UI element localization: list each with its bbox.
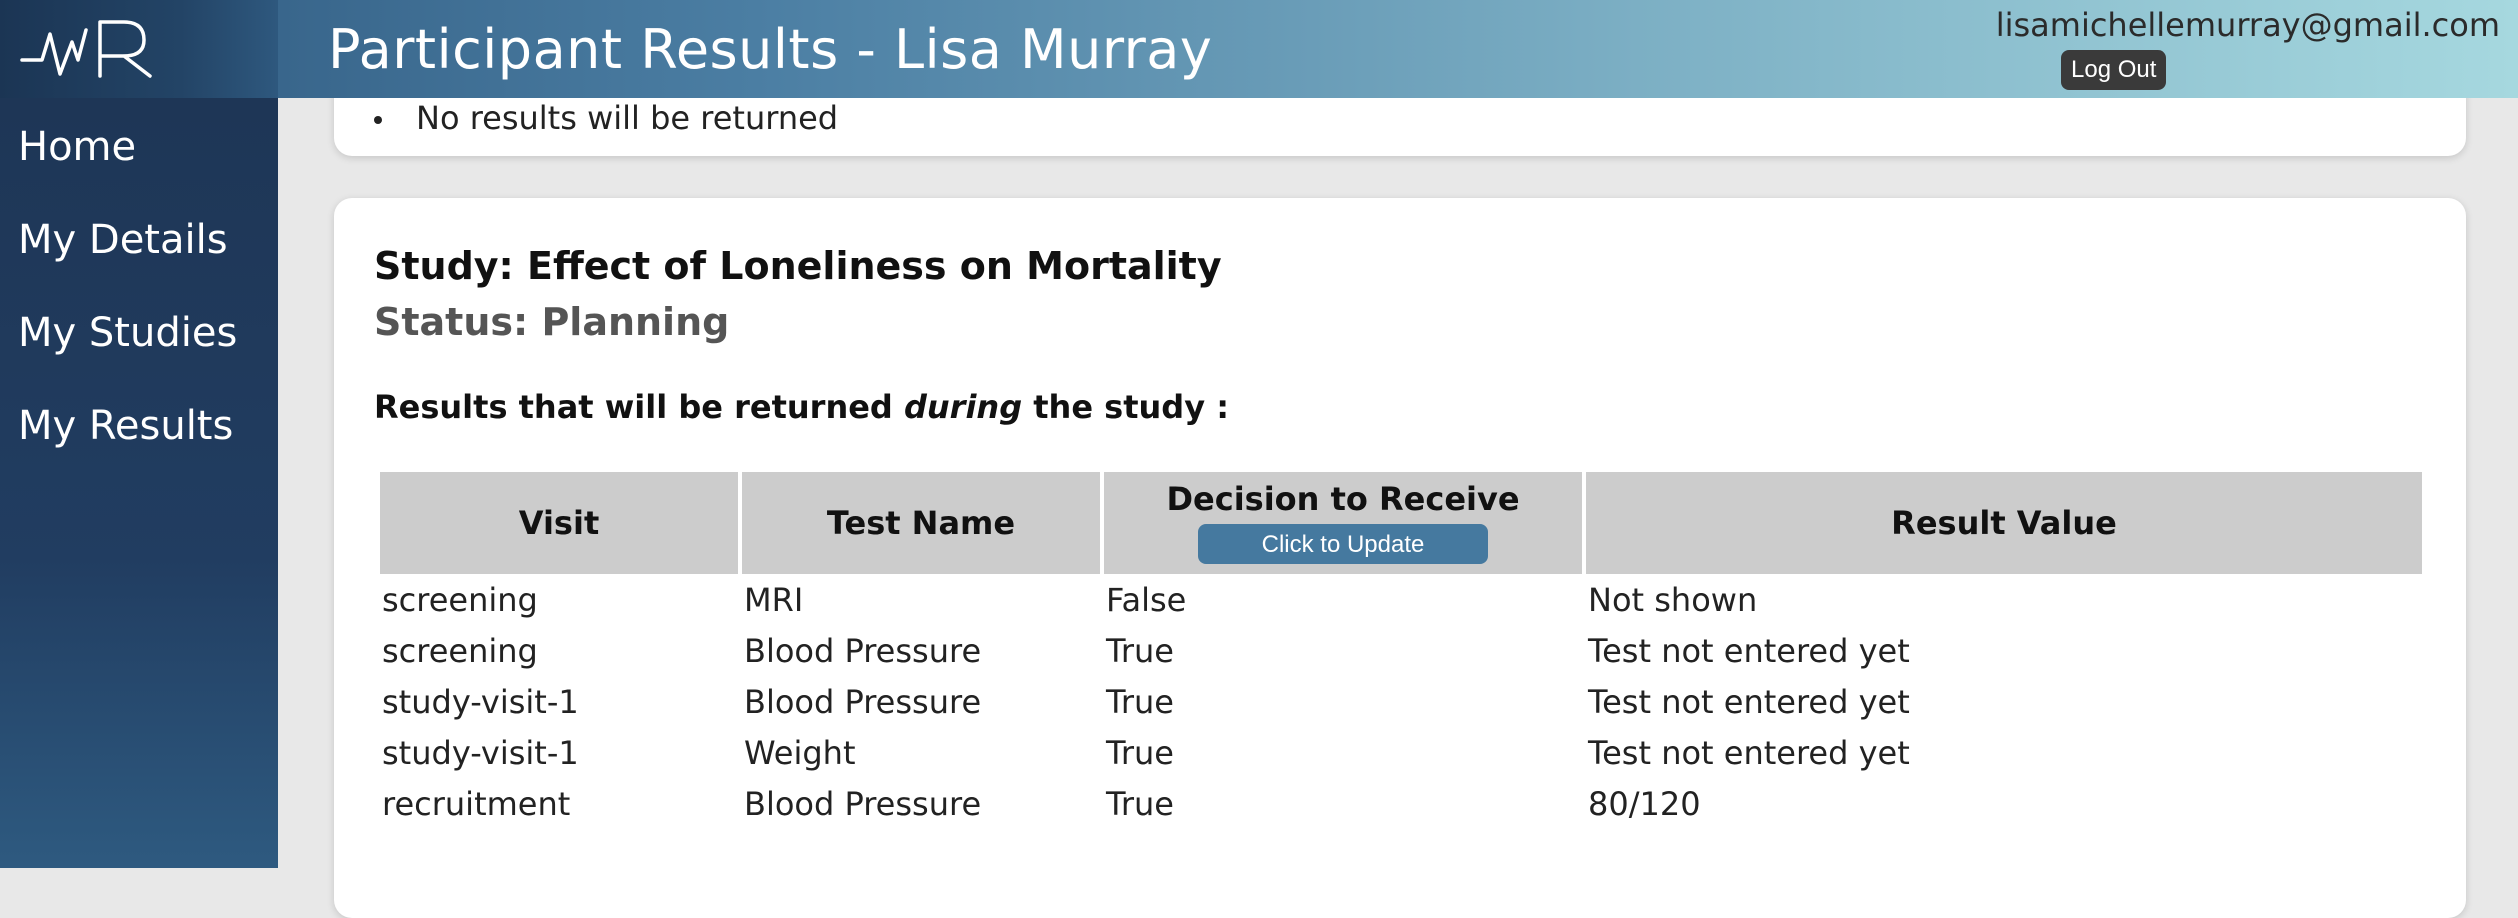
sidebar-nav: Home My Details My Studies My Results [0, 98, 278, 868]
heartbeat-logo-icon [20, 20, 152, 78]
table-row: study-visit-1 Weight True Test not enter… [380, 727, 2422, 778]
cell-decision: True [1106, 631, 1174, 670]
column-header-decision: Decision to Receive Click to Update [1104, 472, 1582, 574]
cell-visit: study-visit-1 [382, 682, 579, 721]
cell-test-name: Blood Pressure [744, 682, 982, 721]
cell-test-name: Weight [744, 733, 856, 772]
bullet-icon [374, 116, 382, 124]
cell-result-value: 80/120 [1588, 784, 1701, 823]
cell-result-value: Not shown [1588, 580, 1758, 619]
table-row: study-visit-1 Blood Pressure True Test n… [380, 676, 2422, 727]
decision-header-label: Decision to Receive [1166, 480, 1520, 518]
column-header-visit: Visit [380, 472, 738, 574]
column-header-test-name: Test Name [742, 472, 1100, 574]
cell-visit: study-visit-1 [382, 733, 579, 772]
results-table: Visit Test Name Decision to Receive Clic… [376, 472, 2426, 829]
bullet-text: No results will be returned [416, 99, 839, 137]
column-header-result-value: Result Value [1586, 472, 2422, 574]
cell-decision: True [1106, 733, 1174, 772]
cell-test-name: MRI [744, 580, 804, 619]
table-row: screening Blood Pressure True Test not e… [380, 625, 2422, 676]
cell-result-value: Test not entered yet [1588, 631, 1910, 670]
study-card: Study: Effect of Loneliness on Mortality… [334, 198, 2466, 918]
study-title: Study: Effect of Loneliness on Mortality [374, 244, 1222, 288]
table-row: screening MRI False Not shown [380, 574, 2422, 625]
cell-visit: screening [382, 631, 538, 670]
user-email: lisamichellemurray@gmail.com [1995, 6, 2500, 44]
study-status: Status: Planning [374, 300, 730, 344]
cell-result-value: Test not entered yet [1588, 682, 1910, 721]
cell-visit: screening [382, 580, 538, 619]
cell-decision: False [1106, 580, 1187, 619]
cell-decision: True [1106, 784, 1174, 823]
list-item: No results will be returned [374, 98, 838, 138]
page-title: Participant Results - Lisa Murray [328, 18, 1213, 81]
sidebar-item-my-details[interactable]: My Details [18, 214, 228, 266]
results-heading: Results that will be returned during the… [374, 388, 1229, 426]
sidebar-item-home[interactable]: Home [18, 121, 136, 173]
cell-decision: True [1106, 682, 1174, 721]
cell-test-name: Blood Pressure [744, 784, 982, 823]
sidebar-item-my-results[interactable]: My Results [18, 400, 233, 452]
sidebar-item-my-studies[interactable]: My Studies [18, 307, 237, 359]
cell-result-value: Test not entered yet [1588, 733, 1910, 772]
cell-visit: recruitment [382, 784, 571, 823]
app-logo[interactable] [0, 0, 278, 98]
click-to-update-button[interactable]: Click to Update [1198, 524, 1488, 564]
table-row: recruitment Blood Pressure True 80/120 [380, 778, 2422, 829]
cell-test-name: Blood Pressure [744, 631, 982, 670]
logout-button[interactable]: Log Out [2061, 50, 2167, 90]
top-header: Participant Results - Lisa Murray lisami… [0, 0, 2518, 98]
